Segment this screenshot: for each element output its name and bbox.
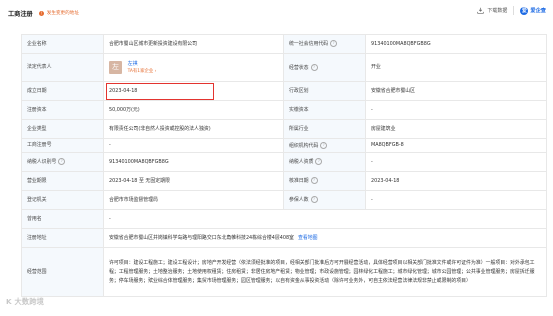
field-label: 曾用名 [21,209,104,229]
view-map-link[interactable]: 查看地图 [298,235,318,241]
insured-count: - [365,190,547,210]
download-icon [477,7,485,14]
warning-text: 发生变更的地址 [46,11,79,16]
watermark-logo-icon: K [6,297,12,306]
field-label: 登记机关 [21,190,104,210]
legal-representative: 左 左祺 TA有1家企业 › [103,53,284,82]
table-row: 登记机关 合肥市市场监督管理局 参保人数? - [21,190,547,210]
field-label-text: 统一社会信用代码 [289,41,329,47]
registered-capital: 50,000万(元) [103,100,284,120]
address-change-warning[interactable]: ! 发生变更的地址 [38,10,79,16]
paid-in-capital: - [365,100,547,120]
download-data-button[interactable]: 下载数据 [477,7,507,14]
watermark-text: 大数跨境 [14,297,45,306]
administrative-division: 安徽省合肥市蜀山区 [365,81,547,101]
field-label: 实缴资本 [283,100,366,120]
table-row: 法定代表人 左 左祺 TA有1家企业 › 经营状态? 开业 [21,53,547,82]
approval-date: 2023-04-18 [365,171,547,191]
field-label: 企业名称 [21,34,104,54]
registration-table: 企业名称 合肥市蜀山区城市更新投资建设有限公司 统一社会信用代码? 913401… [21,34,547,297]
section-title: 工商注册 [8,10,33,18]
header-tools: 下载数据 爱 爱企查 [477,6,546,15]
field-label-text: 纳税人资质 [289,159,314,165]
table-row: 经营范围 许可项目：建设工程施工；建设工程设计；房地产开发经营（依法须经批准的项… [21,247,547,297]
industry: 房屋建筑业 [365,119,547,139]
field-label: 所属行业 [283,119,366,139]
business-term: 2023-04-18 至 无固定期限 [103,171,284,191]
table-row: 营业期限 2023-04-18 至 无固定期限 核准日期? 2023-04-18 [21,171,547,191]
company-name: 合肥市蜀山区城市更新投资建设有限公司 [103,34,284,54]
info-icon[interactable]: ? [320,141,328,149]
field-label-text: 核准日期 [289,178,309,184]
field-label: 统一社会信用代码? [283,34,366,54]
field-label: 经营范围 [21,247,104,297]
table-row: 注册地址 安徽省合肥市蜀山区井岗镇科学岛路与理阳路交口东北角帷科技24栋综合楼4… [21,228,547,248]
field-label: 经营状态? [283,53,366,82]
table-row: 工商注册号 - 组织机构代码? MA8QBFGB-8 [21,138,547,153]
field-label: 企业类型 [21,119,104,139]
registered-address: 安徽省合肥市蜀山区井岗镇科学岛路与理阳路交口东北角帷科技24栋综合楼4层408室… [103,228,547,248]
taxpayer-id: 91340100MA8QBFGB8G [103,152,284,172]
table-row: 企业名称 合肥市蜀山区城市更新投资建设有限公司 统一社会信用代码? 913401… [21,34,547,54]
field-label-text: 经营状态 [289,64,309,71]
info-icon[interactable]: ? [58,158,66,165]
avatar: 左 [109,61,122,74]
related-companies-link[interactable]: TA有1家企业 › [128,68,157,75]
info-icon[interactable]: ? [330,40,338,47]
field-label: 法定代表人 [21,53,104,82]
field-label: 行政区划 [283,81,366,101]
info-icon[interactable]: ? [310,177,318,184]
section-header: 工商注册 ! 发生变更的地址 下载数据 爱 爱企查 [0,0,553,26]
table-row: 成立日期 2023-04-18 行政区划 安徽省合肥市蜀山区 [21,81,547,101]
address-text: 安徽省合肥市蜀山区井岗镇科学岛路与理阳路交口东北角帷科技24栋综合楼4层408室 [109,234,294,241]
brand-name: 爱企查 [530,8,546,14]
field-label: 注册资本 [21,100,104,120]
download-label: 下载数据 [487,8,508,14]
info-icon[interactable]: ? [315,158,323,165]
legal-representative-link[interactable]: 左祺 [128,61,157,68]
table-row: 企业类型 有限责任公司(非自然人投资或控股的法人独资) 所属行业 房屋建筑业 [21,119,547,139]
field-label: 参保人数? [283,190,366,210]
field-label-text: 纳税人识别号 [27,159,57,165]
warning-icon: ! [38,10,44,16]
field-label-text: 参保人数 [289,197,309,203]
watermark: K 大数跨境 [6,297,44,307]
table-row: 曾用名 - [21,209,547,229]
business-status: 开业 [365,53,547,82]
highlight-box [106,83,214,100]
field-label: 核准日期? [283,171,366,191]
table-row: 注册资本 50,000万(元) 实缴资本 - [21,100,547,120]
info-icon[interactable]: ? [310,196,318,203]
registration-number: - [103,138,284,153]
info-icon[interactable]: ? [310,63,318,71]
field-label: 成立日期 [21,81,104,101]
registration-authority: 合肥市市场监督管理局 [103,190,284,210]
business-registration-panel: 工商注册 ! 发生变更的地址 下载数据 爱 爱企查 企业名称 合肥市蜀山区城市更… [0,0,553,316]
field-label: 营业期限 [21,171,104,191]
aiqicha-logo: 爱 爱企查 [520,6,546,15]
organization-code: MA8QBFGB-8 [365,138,547,153]
field-label-text: 组织机构代码 [289,142,319,149]
business-scope: 许可项目：建设工程施工；建设工程设计；房地产开发经营（依法须经批准的项目，经相关… [103,247,547,297]
aiqicha-logo-icon: 爱 [520,6,529,15]
field-label: 纳税人资质? [283,152,366,172]
former-name: - [103,209,547,229]
field-label: 工商注册号 [21,138,104,153]
field-label: 组织机构代码? [283,138,366,153]
credit-code: 91340100MA8QBFGB8G [365,34,547,54]
divider [513,6,515,15]
company-type: 有限责任公司(非自然人投资或控股的法人独资) [103,119,284,139]
field-label: 纳税人识别号? [21,152,104,172]
table-row: 纳税人识别号? 91340100MA8QBFGB8G 纳税人资质? - [21,152,547,172]
field-label: 注册地址 [21,228,104,248]
taxpayer-qualification: - [365,152,547,172]
